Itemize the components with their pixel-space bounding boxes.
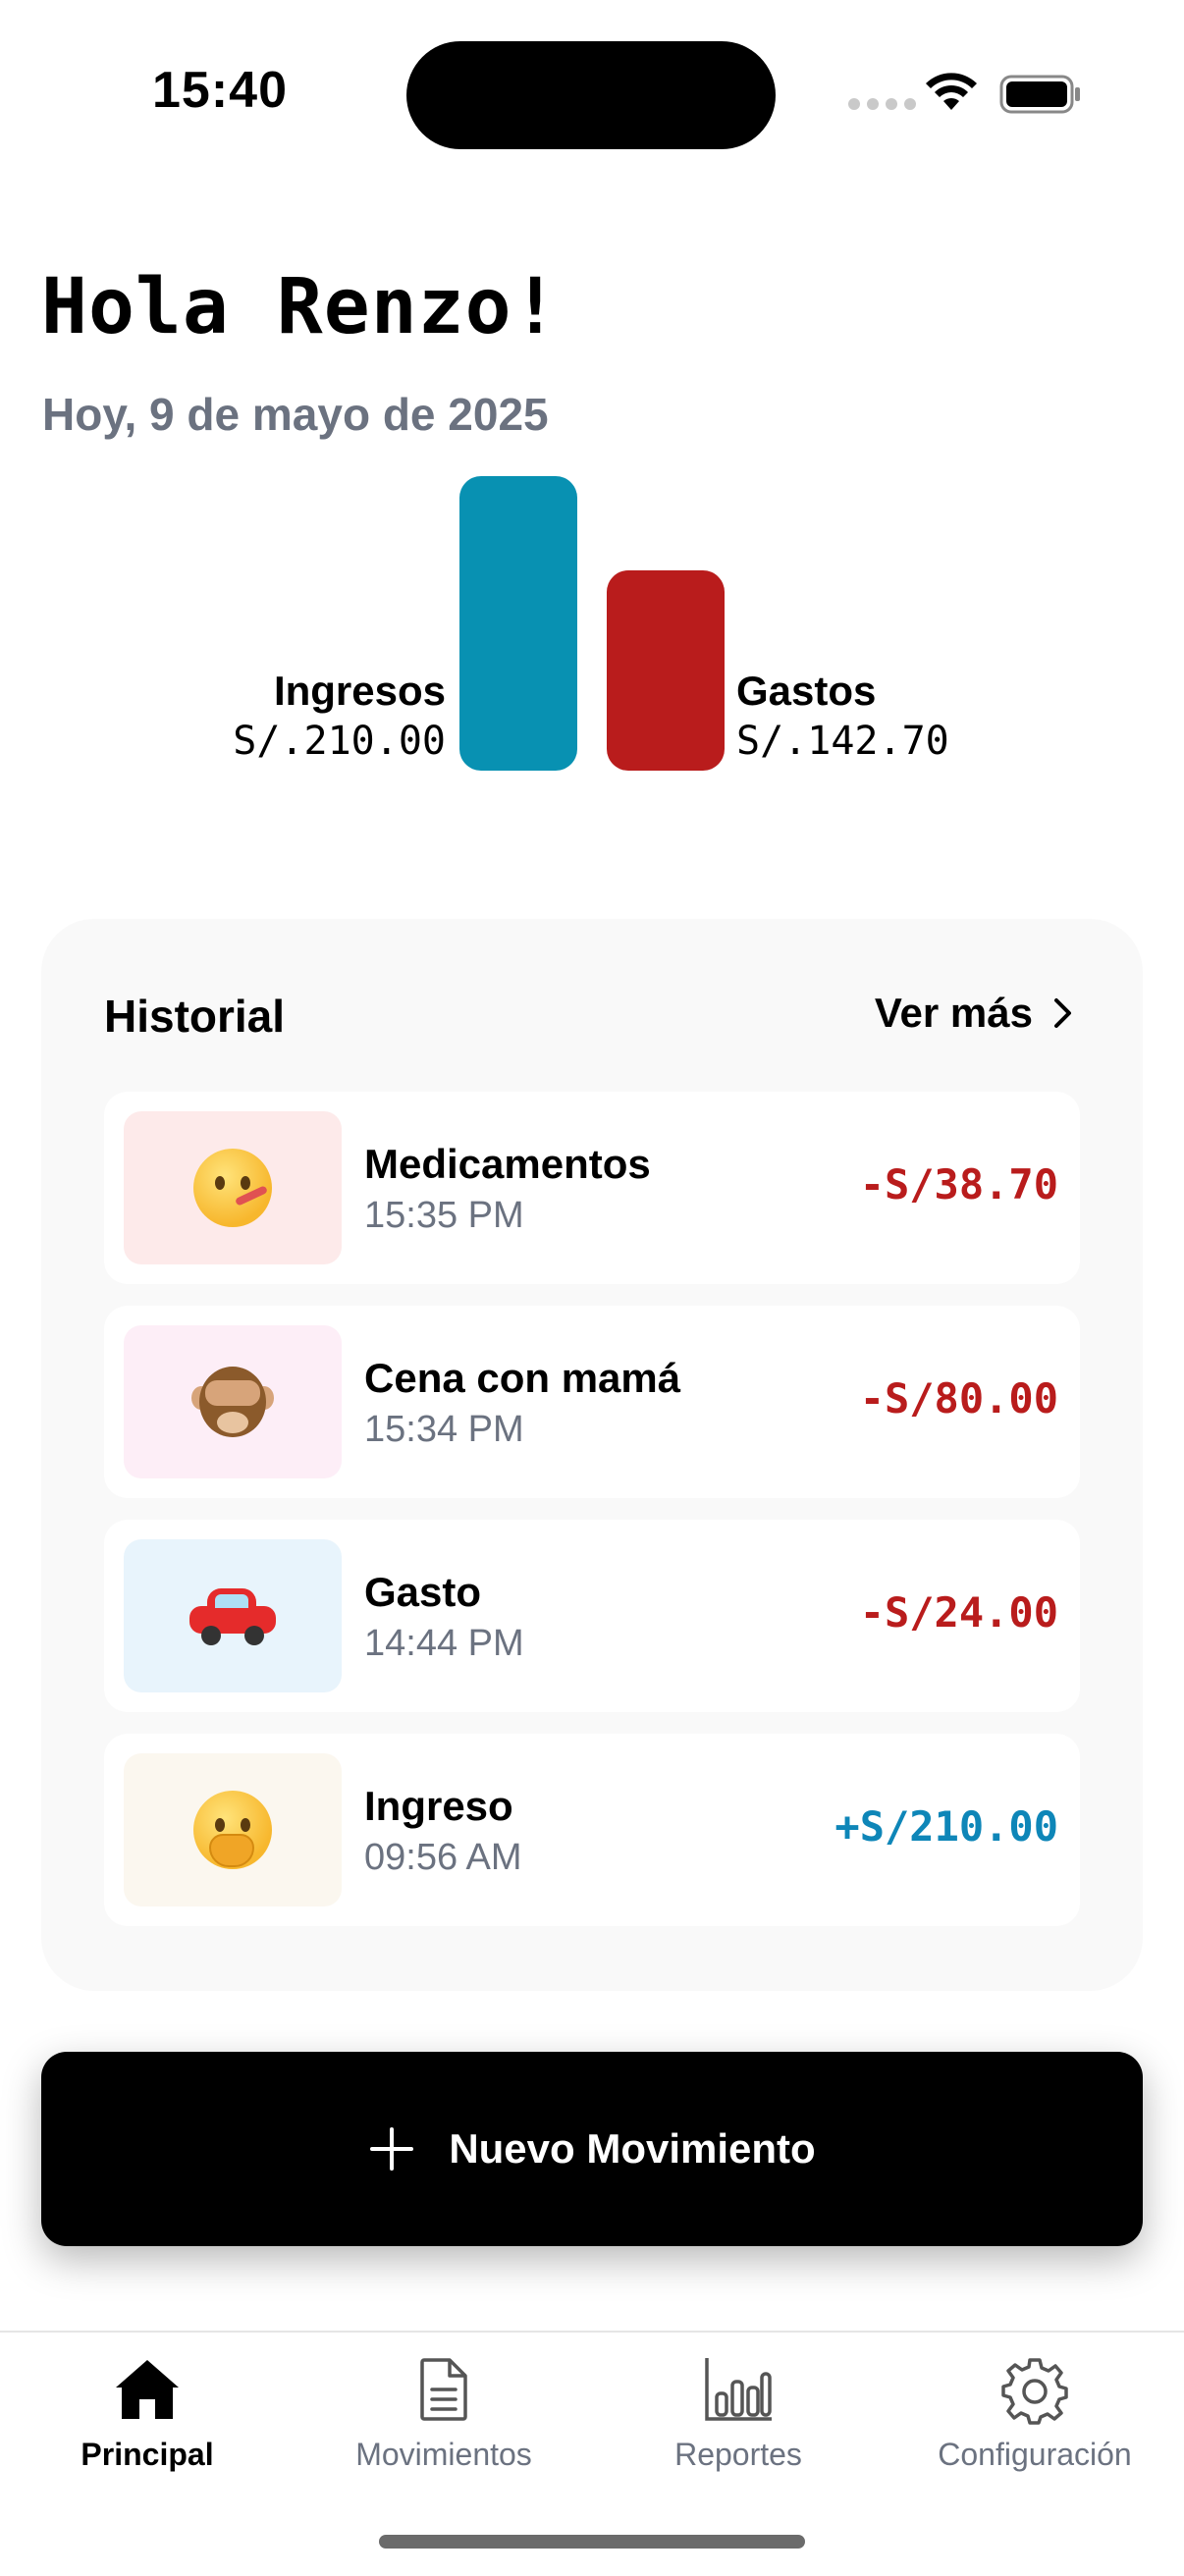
dynamic-island xyxy=(406,41,776,149)
tab-configuracion[interactable]: Configuración xyxy=(888,2354,1182,2473)
row-time: 14:44 PM xyxy=(364,1623,524,1664)
row-title: Gasto xyxy=(364,1569,482,1615)
history-title: Historial xyxy=(104,991,286,1042)
row-amount: +S/210.00 xyxy=(834,1802,1058,1851)
row-title: Medicamentos xyxy=(364,1141,651,1187)
see-more-label: Ver más xyxy=(874,990,1033,1036)
thermometer-face-emoji xyxy=(193,1149,272,1227)
hand-over-mouth-face-emoji xyxy=(193,1791,272,1869)
tab-label: Movimientos xyxy=(355,2437,532,2472)
expense-bar xyxy=(607,570,725,771)
home-indicator xyxy=(379,2535,805,2549)
history-row-medicamentos[interactable]: Medicamentos 15:35 PM -S/38.70 xyxy=(104,1092,1080,1284)
row-icon-box xyxy=(124,1539,342,1692)
new-movement-button[interactable]: Nuevo Movimiento xyxy=(41,2052,1143,2246)
current-date: Hoy, 9 de mayo de 2025 xyxy=(42,389,549,440)
signal-icon xyxy=(848,98,916,110)
row-icon-box xyxy=(124,1753,342,1906)
income-bar xyxy=(459,476,577,771)
row-amount: -S/80.00 xyxy=(859,1374,1058,1422)
row-amount: -S/24.00 xyxy=(859,1588,1058,1637)
row-title: Ingreso xyxy=(364,1783,513,1829)
bar-chart-icon xyxy=(705,2358,772,2421)
row-icon-box xyxy=(124,1325,342,1478)
status-time: 15:40 xyxy=(152,62,288,119)
history-row-cena[interactable]: Cena con mamá 15:34 PM -S/80.00 xyxy=(104,1306,1080,1498)
battery-icon xyxy=(999,75,1080,114)
expense-label: Gastos xyxy=(736,668,877,714)
home-icon xyxy=(116,2360,179,2419)
see-no-evil-monkey-emoji xyxy=(191,1361,274,1443)
new-movement-label: Nuevo Movimiento xyxy=(449,2125,816,2172)
row-time: 15:35 PM xyxy=(364,1195,524,1236)
document-icon xyxy=(420,2358,467,2421)
history-row-gasto[interactable]: Gasto 14:44 PM -S/24.00 xyxy=(104,1520,1080,1712)
tab-label: Configuración xyxy=(938,2437,1132,2472)
row-time: 15:34 PM xyxy=(364,1409,524,1450)
income-amount: S/.210.00 xyxy=(233,719,446,764)
tab-reportes[interactable]: Reportes xyxy=(591,2354,886,2473)
red-car-emoji xyxy=(189,1586,276,1645)
row-icon-box xyxy=(124,1111,342,1264)
history-row-ingreso[interactable]: Ingreso 09:56 AM +S/210.00 xyxy=(104,1734,1080,1926)
expense-amount: S/.142.70 xyxy=(736,719,949,764)
tab-label: Principal xyxy=(81,2437,214,2472)
gear-icon xyxy=(1001,2358,1068,2425)
row-title: Cena con mamá xyxy=(364,1355,681,1401)
row-amount: -S/38.70 xyxy=(859,1160,1058,1208)
tab-movimientos[interactable]: Movimientos xyxy=(296,2354,591,2473)
greeting-title: Hola Renzo! xyxy=(41,263,560,351)
see-more-link[interactable]: Ver más xyxy=(875,990,1074,1037)
plus-icon xyxy=(370,2127,414,2171)
row-time: 09:56 AM xyxy=(364,1837,522,1878)
chevron-right-icon xyxy=(1054,998,1071,1028)
income-label: Ingresos xyxy=(273,668,446,714)
tab-label: Reportes xyxy=(674,2437,802,2472)
wifi-icon xyxy=(926,73,977,110)
tab-principal[interactable]: Principal xyxy=(0,2354,295,2473)
